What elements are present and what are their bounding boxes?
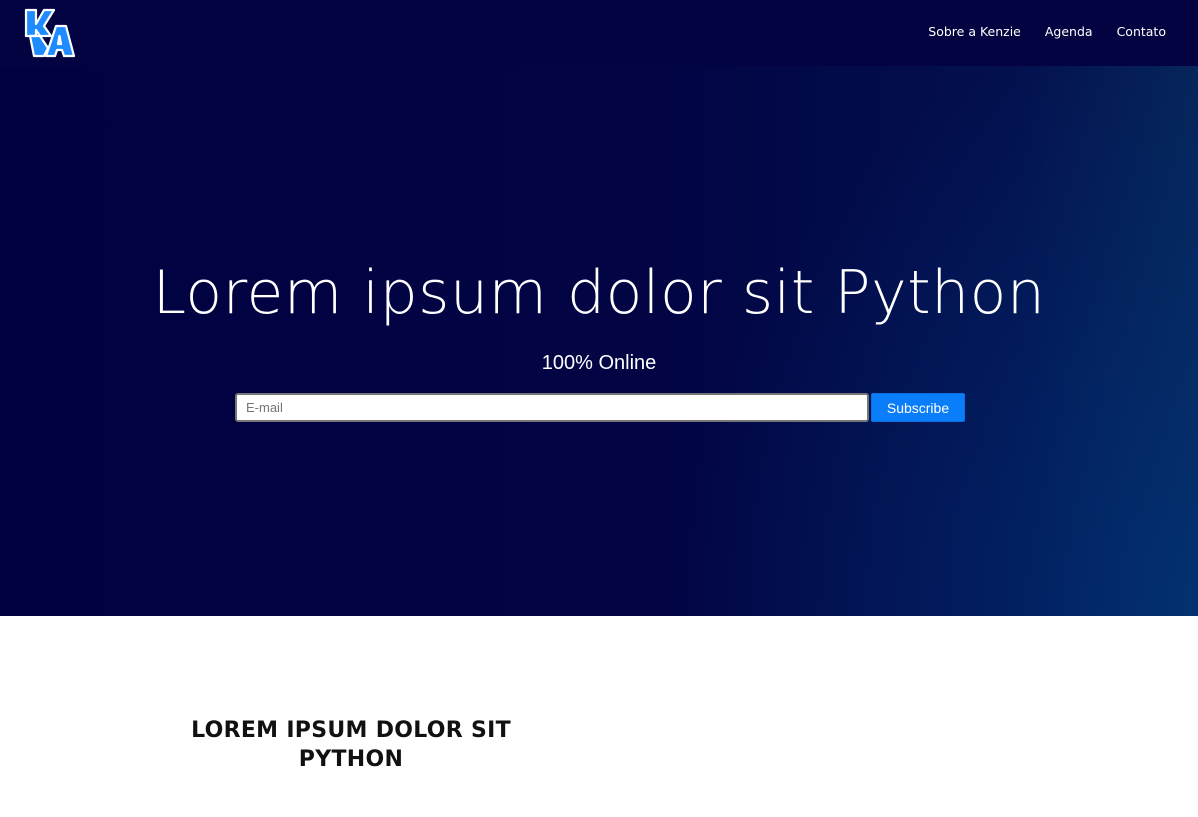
hero-subtitle: 100% Online bbox=[541, 352, 657, 374]
subscribe-form: Subscribe bbox=[235, 393, 965, 423]
nav-links: Sobre a Kenzie Agenda Contato bbox=[904, 0, 1166, 62]
kenzie-logo-icon[interactable] bbox=[24, 6, 76, 58]
nav-link-contato[interactable]: Contato bbox=[1117, 24, 1166, 39]
navbar: Sobre a Kenzie Agenda Contato bbox=[0, 0, 1198, 66]
section-heading: LOREM IPSUM DOLOR SIT PYTHON bbox=[191, 718, 511, 772]
subscribe-button[interactable]: Subscribe bbox=[871, 393, 965, 422]
email-input[interactable] bbox=[235, 393, 869, 422]
hero-title: Lorem ipsum dolor sit Python bbox=[152, 258, 1046, 328]
hero-section: Sobre a Kenzie Agenda Contato Lorem ipsu… bbox=[0, 0, 1198, 616]
nav-link-sobre[interactable]: Sobre a Kenzie bbox=[928, 24, 1021, 39]
nav-link-agenda[interactable]: Agenda bbox=[1045, 24, 1093, 39]
